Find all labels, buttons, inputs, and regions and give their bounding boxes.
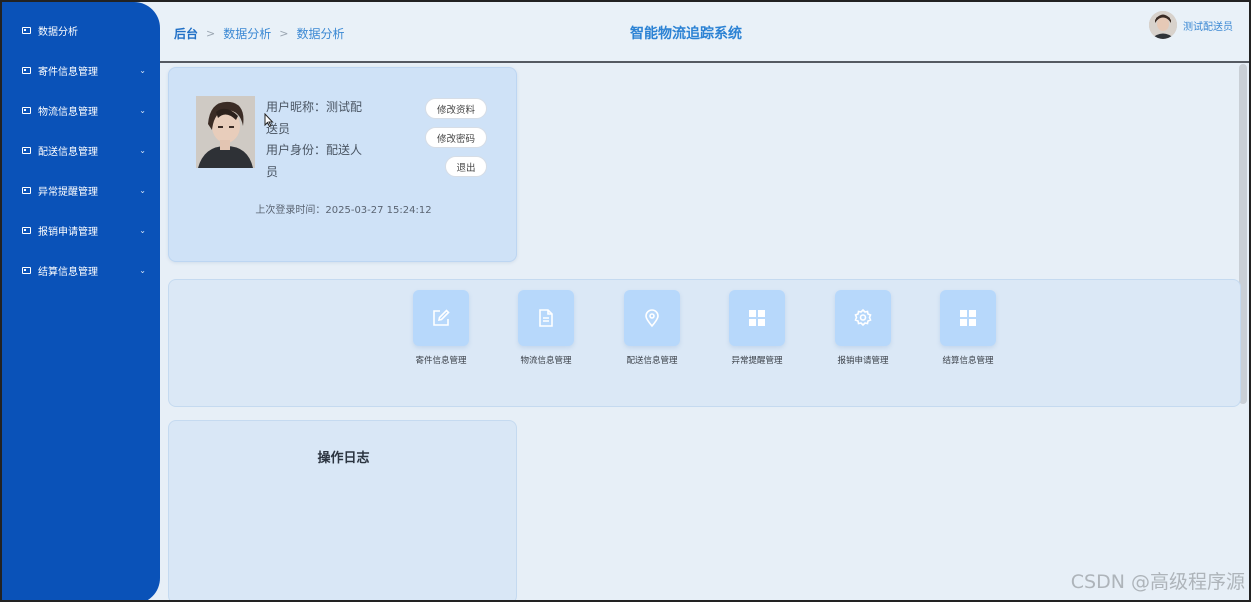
watermark: CSDN @高级程序源 [1070, 571, 1245, 593]
user-menu[interactable]: 测试配送员 [1149, 11, 1233, 39]
menu-icon [22, 66, 31, 74]
sidebar-item-settlement[interactable]: 结算信息管理 ⌄ [2, 250, 160, 290]
change-password-button[interactable]: 修改密码 [425, 127, 487, 148]
quick-item-reimbursement[interactable]: 报销申请管理 [823, 290, 903, 366]
breadcrumb-item-current: 数据分析 [296, 27, 345, 41]
sidebar-item-shipment[interactable]: 寄件信息管理 ⌄ [2, 50, 160, 90]
chevron-down-icon: ⌄ [139, 265, 146, 275]
quick-item-label: 物流信息管理 [520, 356, 572, 366]
breadcrumb: 后台 > 数据分析 > 数据分析 [174, 25, 344, 42]
sidebar: 数据分析 寄件信息管理 ⌄ 物流信息管理 ⌄ 配送信息管理 ⌄ 异常提醒管理 ⌄… [2, 2, 160, 600]
sidebar-item-delivery[interactable]: 配送信息管理 ⌄ [2, 130, 160, 170]
sidebar-item-label: 异常提醒管理 [38, 186, 98, 198]
mouse-cursor-icon [264, 112, 274, 131]
role-line-cont: 员 [266, 164, 279, 179]
chevron-down-icon: ⌄ [139, 185, 146, 195]
role-line: 用户身份：配送人 [266, 143, 363, 157]
chevron-down-icon: ⌄ [139, 105, 146, 115]
top-header: 后台 > 数据分析 > 数据分析 智能物流追踪系统 测试配送员 [160, 2, 1249, 63]
profile-card: 用户昵称：测试配 送员 用户身份：配送人 员 修改资料 修改密码 退出 上次登录… [168, 67, 517, 262]
chevron-down-icon: ⌄ [139, 65, 146, 75]
nickname-line-cont: 送员 [266, 121, 291, 136]
location-pin-icon [624, 290, 680, 346]
profile-avatar [196, 96, 255, 168]
logout-button[interactable]: 退出 [445, 156, 487, 177]
sidebar-item-exception[interactable]: 异常提醒管理 ⌄ [2, 170, 160, 210]
menu-icon [22, 186, 31, 194]
quick-item-exception[interactable]: 异常提醒管理 [717, 290, 797, 366]
nickname-line: 用户昵称：测试配 [266, 100, 363, 114]
sidebar-item-label: 报销申请管理 [38, 226, 98, 238]
chevron-down-icon: ⌄ [139, 225, 146, 235]
quick-item-label: 异常提醒管理 [731, 356, 783, 366]
app-frame: 数据分析 寄件信息管理 ⌄ 物流信息管理 ⌄ 配送信息管理 ⌄ 异常提醒管理 ⌄… [0, 0, 1251, 602]
avatar [1149, 11, 1177, 39]
sidebar-item-label: 结算信息管理 [38, 266, 98, 278]
menu-icon [22, 26, 31, 34]
quick-item-logistics[interactable]: 物流信息管理 [506, 290, 586, 366]
breadcrumb-separator-icon: > [279, 27, 289, 40]
edit-icon [413, 290, 469, 346]
profile-info: 用户昵称：测试配 送员 用户身份：配送人 员 [266, 97, 366, 183]
sidebar-item-reimbursement[interactable]: 报销申请管理 ⌄ [2, 210, 160, 250]
app-title: 智能物流追踪系统 [630, 26, 742, 42]
quick-menu-card: 寄件信息管理 物流信息管理 配送信息管理 异常提醒管理 报销申请管理 结算信息管… [168, 279, 1241, 407]
grid-icon [729, 290, 785, 346]
sidebar-item-label: 配送信息管理 [38, 146, 98, 158]
edit-profile-button[interactable]: 修改资料 [425, 98, 487, 119]
last-login-time: 上次登录时间：2025-03-27 15:24:12 [255, 205, 432, 216]
menu-icon [22, 266, 31, 274]
sidebar-item-label: 数据分析 [38, 26, 78, 38]
user-name: 测试配送员 [1183, 21, 1233, 33]
menu-icon [22, 106, 31, 114]
quick-item-shipment[interactable]: 寄件信息管理 [401, 290, 481, 366]
sidebar-item-data-analysis[interactable]: 数据分析 [2, 10, 160, 50]
sidebar-item-label: 物流信息管理 [38, 106, 98, 118]
quick-item-label: 寄件信息管理 [415, 356, 467, 366]
breadcrumb-separator-icon: > [206, 27, 216, 40]
operation-log-title: 操作日志 [317, 451, 370, 466]
quick-item-delivery[interactable]: 配送信息管理 [612, 290, 692, 366]
quick-item-label: 配送信息管理 [626, 356, 678, 366]
breadcrumb-home[interactable]: 后台 [174, 25, 198, 42]
sidebar-item-logistics[interactable]: 物流信息管理 ⌄ [2, 90, 160, 130]
quick-item-label: 报销申请管理 [837, 356, 889, 366]
menu-icon [22, 226, 31, 234]
quick-item-settlement[interactable]: 结算信息管理 [928, 290, 1008, 366]
gear-icon [835, 290, 891, 346]
quick-item-label: 结算信息管理 [942, 356, 994, 366]
operation-log-card: 操作日志 [168, 420, 517, 600]
document-icon [518, 290, 574, 346]
grid-icon [940, 290, 996, 346]
breadcrumb-item[interactable]: 数据分析 [223, 25, 271, 42]
sidebar-item-label: 寄件信息管理 [38, 66, 98, 78]
chevron-down-icon: ⌄ [139, 145, 146, 155]
menu-icon [22, 146, 31, 154]
